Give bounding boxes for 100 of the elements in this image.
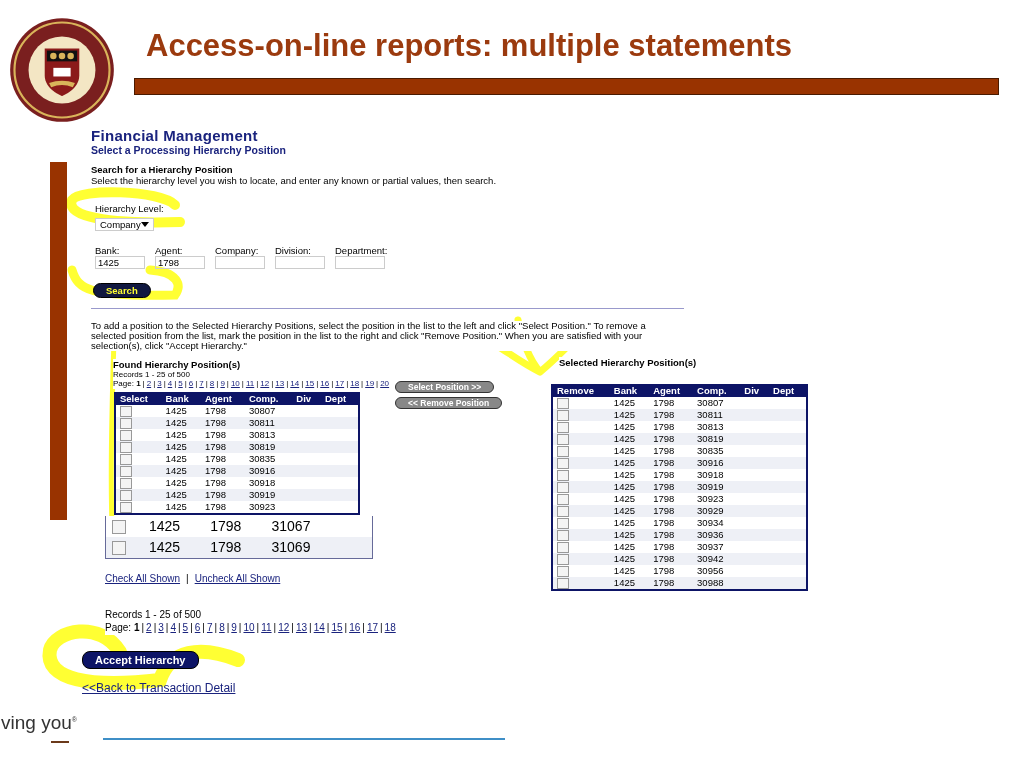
table-cell: 30934 — [693, 517, 741, 529]
checkbox[interactable] — [557, 577, 569, 589]
checkbox[interactable] — [120, 489, 132, 501]
page-separator: | — [256, 379, 259, 389]
page-separator: | — [326, 621, 330, 635]
page-separator: | — [291, 621, 294, 635]
table-cell: 30919 — [693, 481, 741, 493]
page-link[interactable]: 6 — [194, 621, 201, 635]
page-link[interactable]: 7 — [206, 621, 213, 635]
checkbox[interactable] — [557, 457, 569, 469]
search-button[interactable]: Search — [93, 283, 151, 298]
checkbox[interactable] — [557, 481, 569, 493]
checkbox[interactable] — [557, 445, 569, 457]
page-separator: | — [241, 379, 244, 389]
checkbox[interactable] — [120, 465, 132, 477]
checkbox[interactable] — [557, 541, 569, 553]
table-cell: 1425 — [142, 516, 205, 537]
page-link[interactable]: 16 — [349, 621, 361, 635]
input-field[interactable]: 1425 — [95, 256, 145, 269]
page-link[interactable]: 8 — [209, 379, 215, 389]
table-cell: 1425 — [161, 477, 201, 489]
page-link[interactable]: 9 — [220, 379, 225, 389]
checkbox[interactable] — [557, 421, 569, 433]
page-link[interactable]: 3 — [157, 379, 162, 389]
checkbox[interactable] — [120, 477, 132, 489]
page-link[interactable]: 18 — [350, 379, 360, 389]
input-field[interactable]: 1798 — [155, 256, 205, 269]
input-field[interactable] — [215, 256, 265, 269]
page-link[interactable]: 13 — [275, 379, 285, 389]
page-separator: | — [142, 379, 145, 389]
checkbox[interactable] — [557, 493, 569, 505]
field-label: Hierarchy Level: — [95, 203, 165, 214]
check-all-link[interactable]: Check All Shown — [105, 573, 181, 584]
page-link[interactable]: 8 — [219, 621, 225, 635]
table-cell: 30807 — [693, 397, 741, 409]
page-link[interactable]: 15 — [305, 379, 315, 389]
level-dropdown[interactable]: Company — [95, 218, 154, 231]
page-link[interactable]: 5 — [182, 621, 189, 635]
page-link[interactable]: 13 — [295, 621, 308, 635]
page-separator: | — [346, 379, 349, 389]
page-link[interactable]: 17 — [366, 621, 378, 635]
page-link[interactable]: 10 — [230, 379, 240, 389]
page-link[interactable]: 11 — [245, 379, 255, 389]
checkbox[interactable] — [557, 529, 569, 541]
page-link[interactable]: 12 — [278, 621, 290, 635]
table-cell: 1425 — [609, 469, 650, 481]
page-link[interactable]: 4 — [170, 621, 176, 635]
table-cell: 1425 — [161, 405, 201, 417]
checkbox[interactable] — [557, 397, 569, 409]
checkbox[interactable] — [120, 417, 132, 429]
page-separator: | — [202, 621, 205, 635]
uncheck-all-link[interactable]: Uncheck All Shown — [194, 573, 281, 584]
page-link[interactable]: 15 — [331, 621, 343, 635]
select-position-button[interactable]: Select Position >> — [395, 381, 495, 393]
page-link[interactable]: 6 — [188, 379, 194, 389]
checkbox[interactable] — [120, 453, 132, 465]
page-link[interactable]: 1 — [133, 621, 140, 635]
page-link[interactable]: 19 — [365, 379, 375, 389]
page-separator: | — [153, 621, 157, 635]
page-link[interactable]: 17 — [335, 379, 345, 389]
checkbox[interactable] — [112, 540, 126, 555]
checkbox[interactable] — [557, 433, 569, 445]
page-link[interactable]: 3 — [158, 621, 164, 635]
page-link[interactable]: 11 — [261, 621, 272, 635]
page-link[interactable]: 5 — [178, 379, 183, 389]
page-link[interactable]: 10 — [243, 621, 255, 635]
page-link[interactable]: 7 — [199, 379, 204, 389]
checkbox[interactable] — [557, 409, 569, 421]
input-field[interactable] — [335, 256, 385, 269]
checkbox[interactable] — [112, 519, 126, 534]
table-cell: 1425 — [609, 421, 650, 433]
remove-position-button[interactable]: << Remove Position — [395, 397, 503, 409]
table-cell: 1798 — [649, 469, 694, 481]
checkbox[interactable] — [557, 469, 569, 481]
page-separator: | — [174, 379, 177, 389]
page-link[interactable]: 1 — [136, 379, 141, 389]
page-link[interactable]: 2 — [146, 621, 152, 635]
checkbox[interactable] — [120, 501, 132, 513]
checkbox[interactable] — [120, 429, 132, 441]
table-cell: 30918 — [693, 469, 741, 481]
checkbox[interactable] — [557, 565, 569, 577]
page-link[interactable]: 18 — [384, 621, 396, 635]
accept-hierarchy-button[interactable]: Accept Hierarchy — [82, 651, 199, 669]
checkbox[interactable] — [557, 505, 569, 517]
page-link[interactable]: 9 — [231, 621, 237, 635]
checkbox[interactable] — [557, 553, 569, 565]
page-link[interactable]: 4 — [167, 379, 173, 389]
page-link[interactable]: 20 — [380, 379, 390, 389]
page-link[interactable]: 16 — [320, 379, 330, 389]
page-link[interactable]: 2 — [146, 379, 152, 389]
input-field[interactable] — [275, 256, 325, 269]
table-cell: 1798 — [649, 565, 694, 577]
table-cell: 1425 — [609, 481, 650, 493]
checkbox[interactable] — [557, 517, 569, 529]
page-link[interactable]: 14 — [313, 621, 325, 635]
checkbox[interactable] — [120, 405, 132, 417]
checkbox[interactable] — [120, 441, 132, 453]
column-header: Comp. — [244, 392, 293, 405]
page-link[interactable]: 14 — [290, 379, 300, 389]
page-link[interactable]: 12 — [260, 379, 270, 389]
